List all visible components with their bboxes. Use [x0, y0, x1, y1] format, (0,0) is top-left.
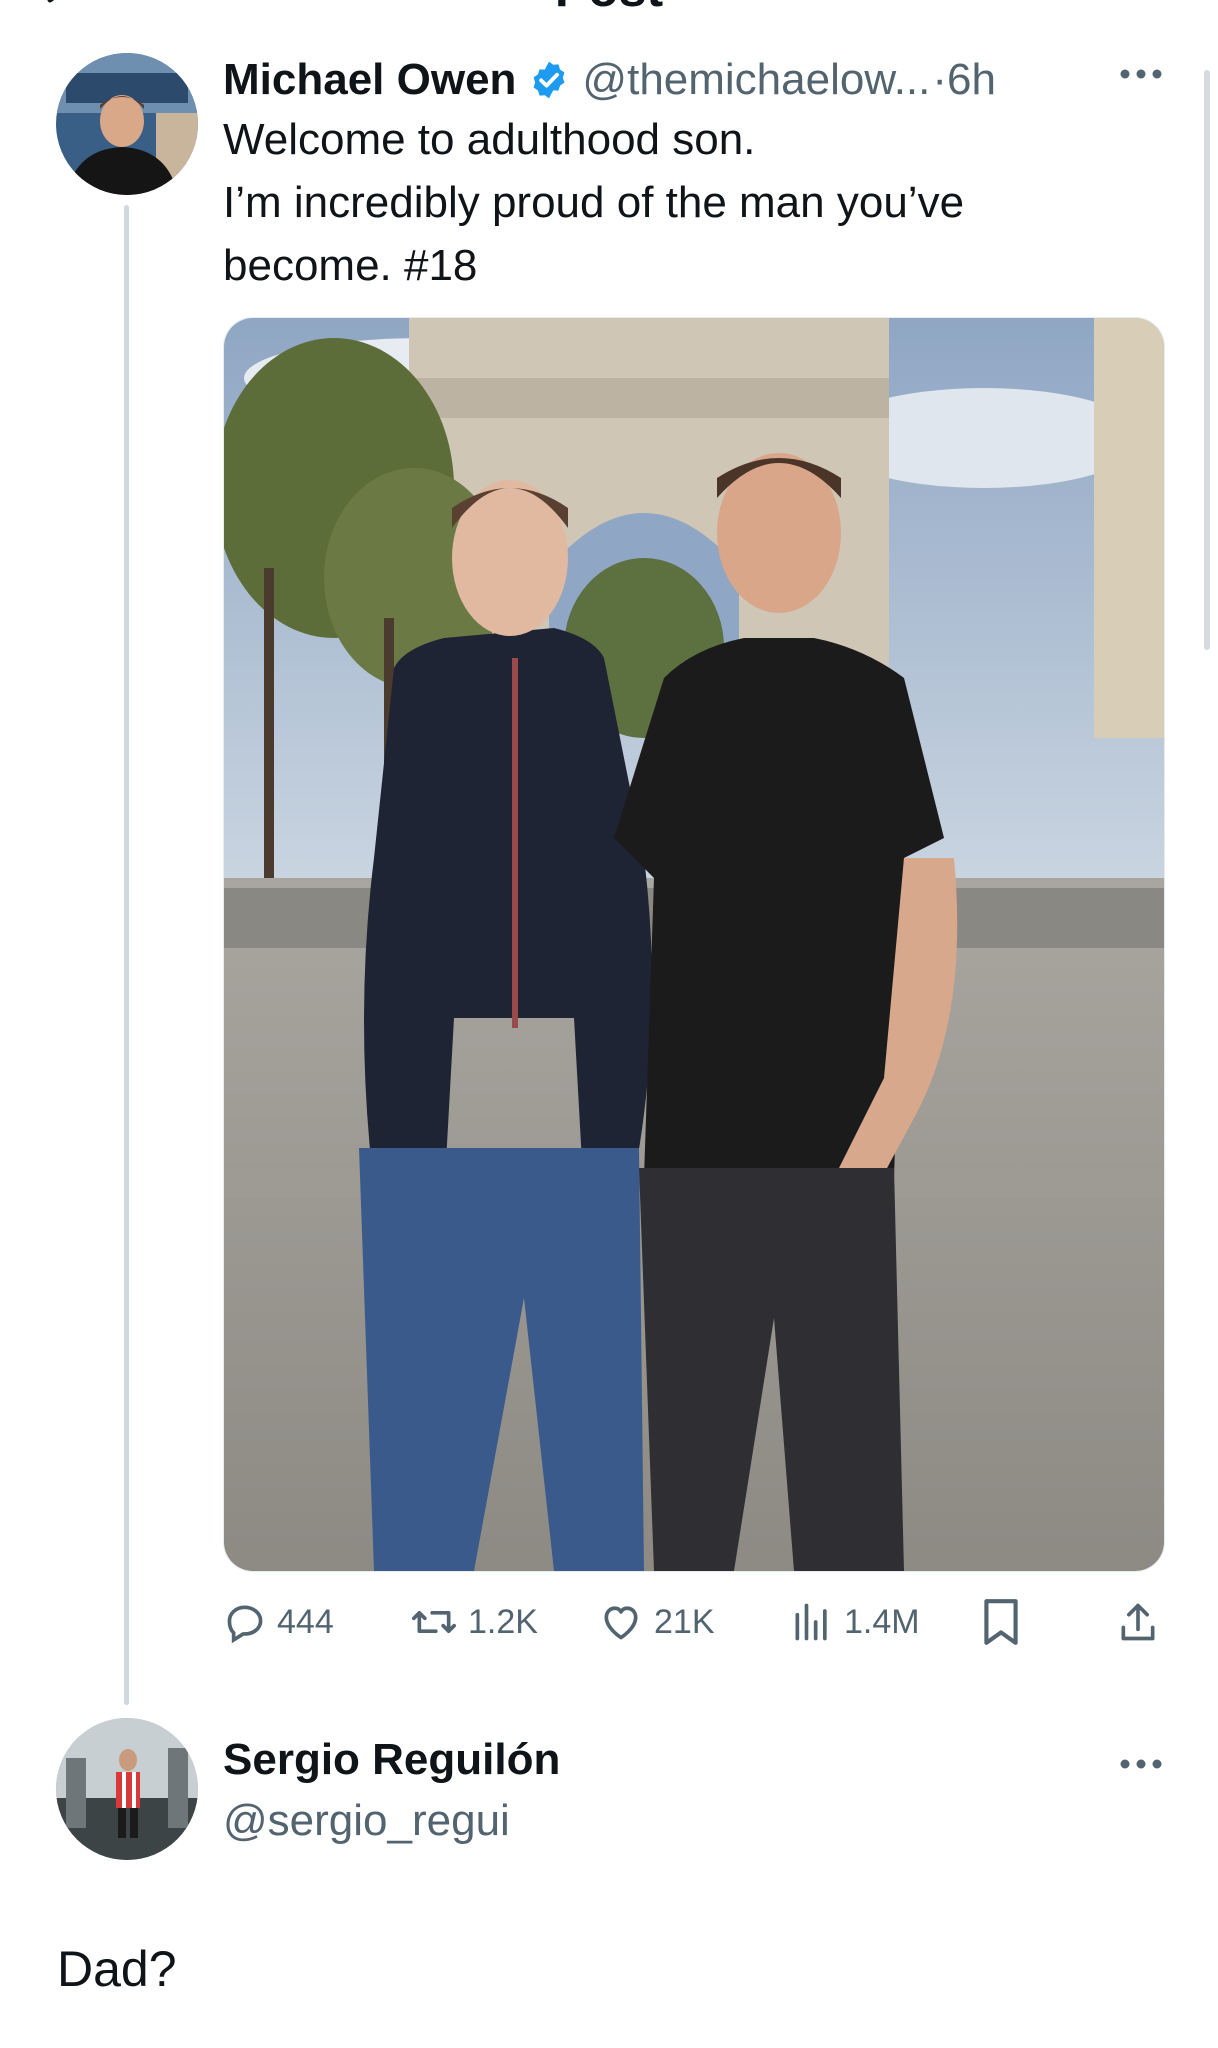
page-title: Post — [0, 0, 1218, 18]
thread-line — [124, 205, 129, 1705]
views-button[interactable]: 1.4M — [790, 1594, 920, 1650]
tweet-text: Welcome to adulthood son. I’m incredibly… — [223, 108, 1123, 297]
tweet-text-line: I’m incredibly proud of the man you’ve — [223, 178, 965, 227]
repost-button[interactable]: 1.2K — [410, 1594, 538, 1650]
like-button[interactable]: 21K — [598, 1594, 715, 1650]
like-count: 21K — [654, 1602, 715, 1641]
reply-icon — [227, 1605, 263, 1644]
bookmark-button[interactable] — [980, 1594, 1032, 1650]
tweet-text-line: Welcome to adulthood son. — [223, 115, 756, 164]
tweet-photo[interactable] — [223, 317, 1165, 1572]
tweet-time[interactable]: 6h — [947, 55, 996, 105]
tweet-header: Michael Owen @themichaelow... · 6h — [223, 50, 996, 110]
author-avatar[interactable] — [56, 53, 198, 195]
bookmark-icon — [984, 1599, 1018, 1645]
repost-count: 1.2K — [468, 1602, 538, 1641]
repost-icon — [412, 1611, 456, 1633]
author-name[interactable]: Michael Owen — [223, 55, 516, 105]
reply-author-avatar[interactable] — [56, 1718, 198, 1860]
reply-author-name[interactable]: Sergio Reguilón — [223, 1735, 560, 1785]
author-handle[interactable]: @themichaelow... — [582, 55, 930, 105]
like-icon — [604, 1606, 638, 1640]
reply-more-icon[interactable] — [1118, 1757, 1164, 1771]
separator-dot: · — [932, 55, 948, 104]
reply-button[interactable]: 444 — [223, 1594, 334, 1650]
scrollbar[interactable] — [1204, 70, 1210, 650]
views-count: 1.4M — [844, 1602, 920, 1641]
share-icon — [1121, 1603, 1155, 1641]
more-icon[interactable] — [1118, 67, 1164, 81]
reply-text: Dad? — [57, 1941, 177, 1997]
share-button[interactable] — [1116, 1594, 1170, 1650]
verified-badge-icon — [528, 59, 570, 101]
tweet-text-line: become. #18 — [223, 241, 478, 290]
reply-author-handle[interactable]: @sergio_regui — [223, 1796, 510, 1846]
reply-count: 444 — [277, 1602, 334, 1641]
views-icon — [795, 1603, 827, 1641]
